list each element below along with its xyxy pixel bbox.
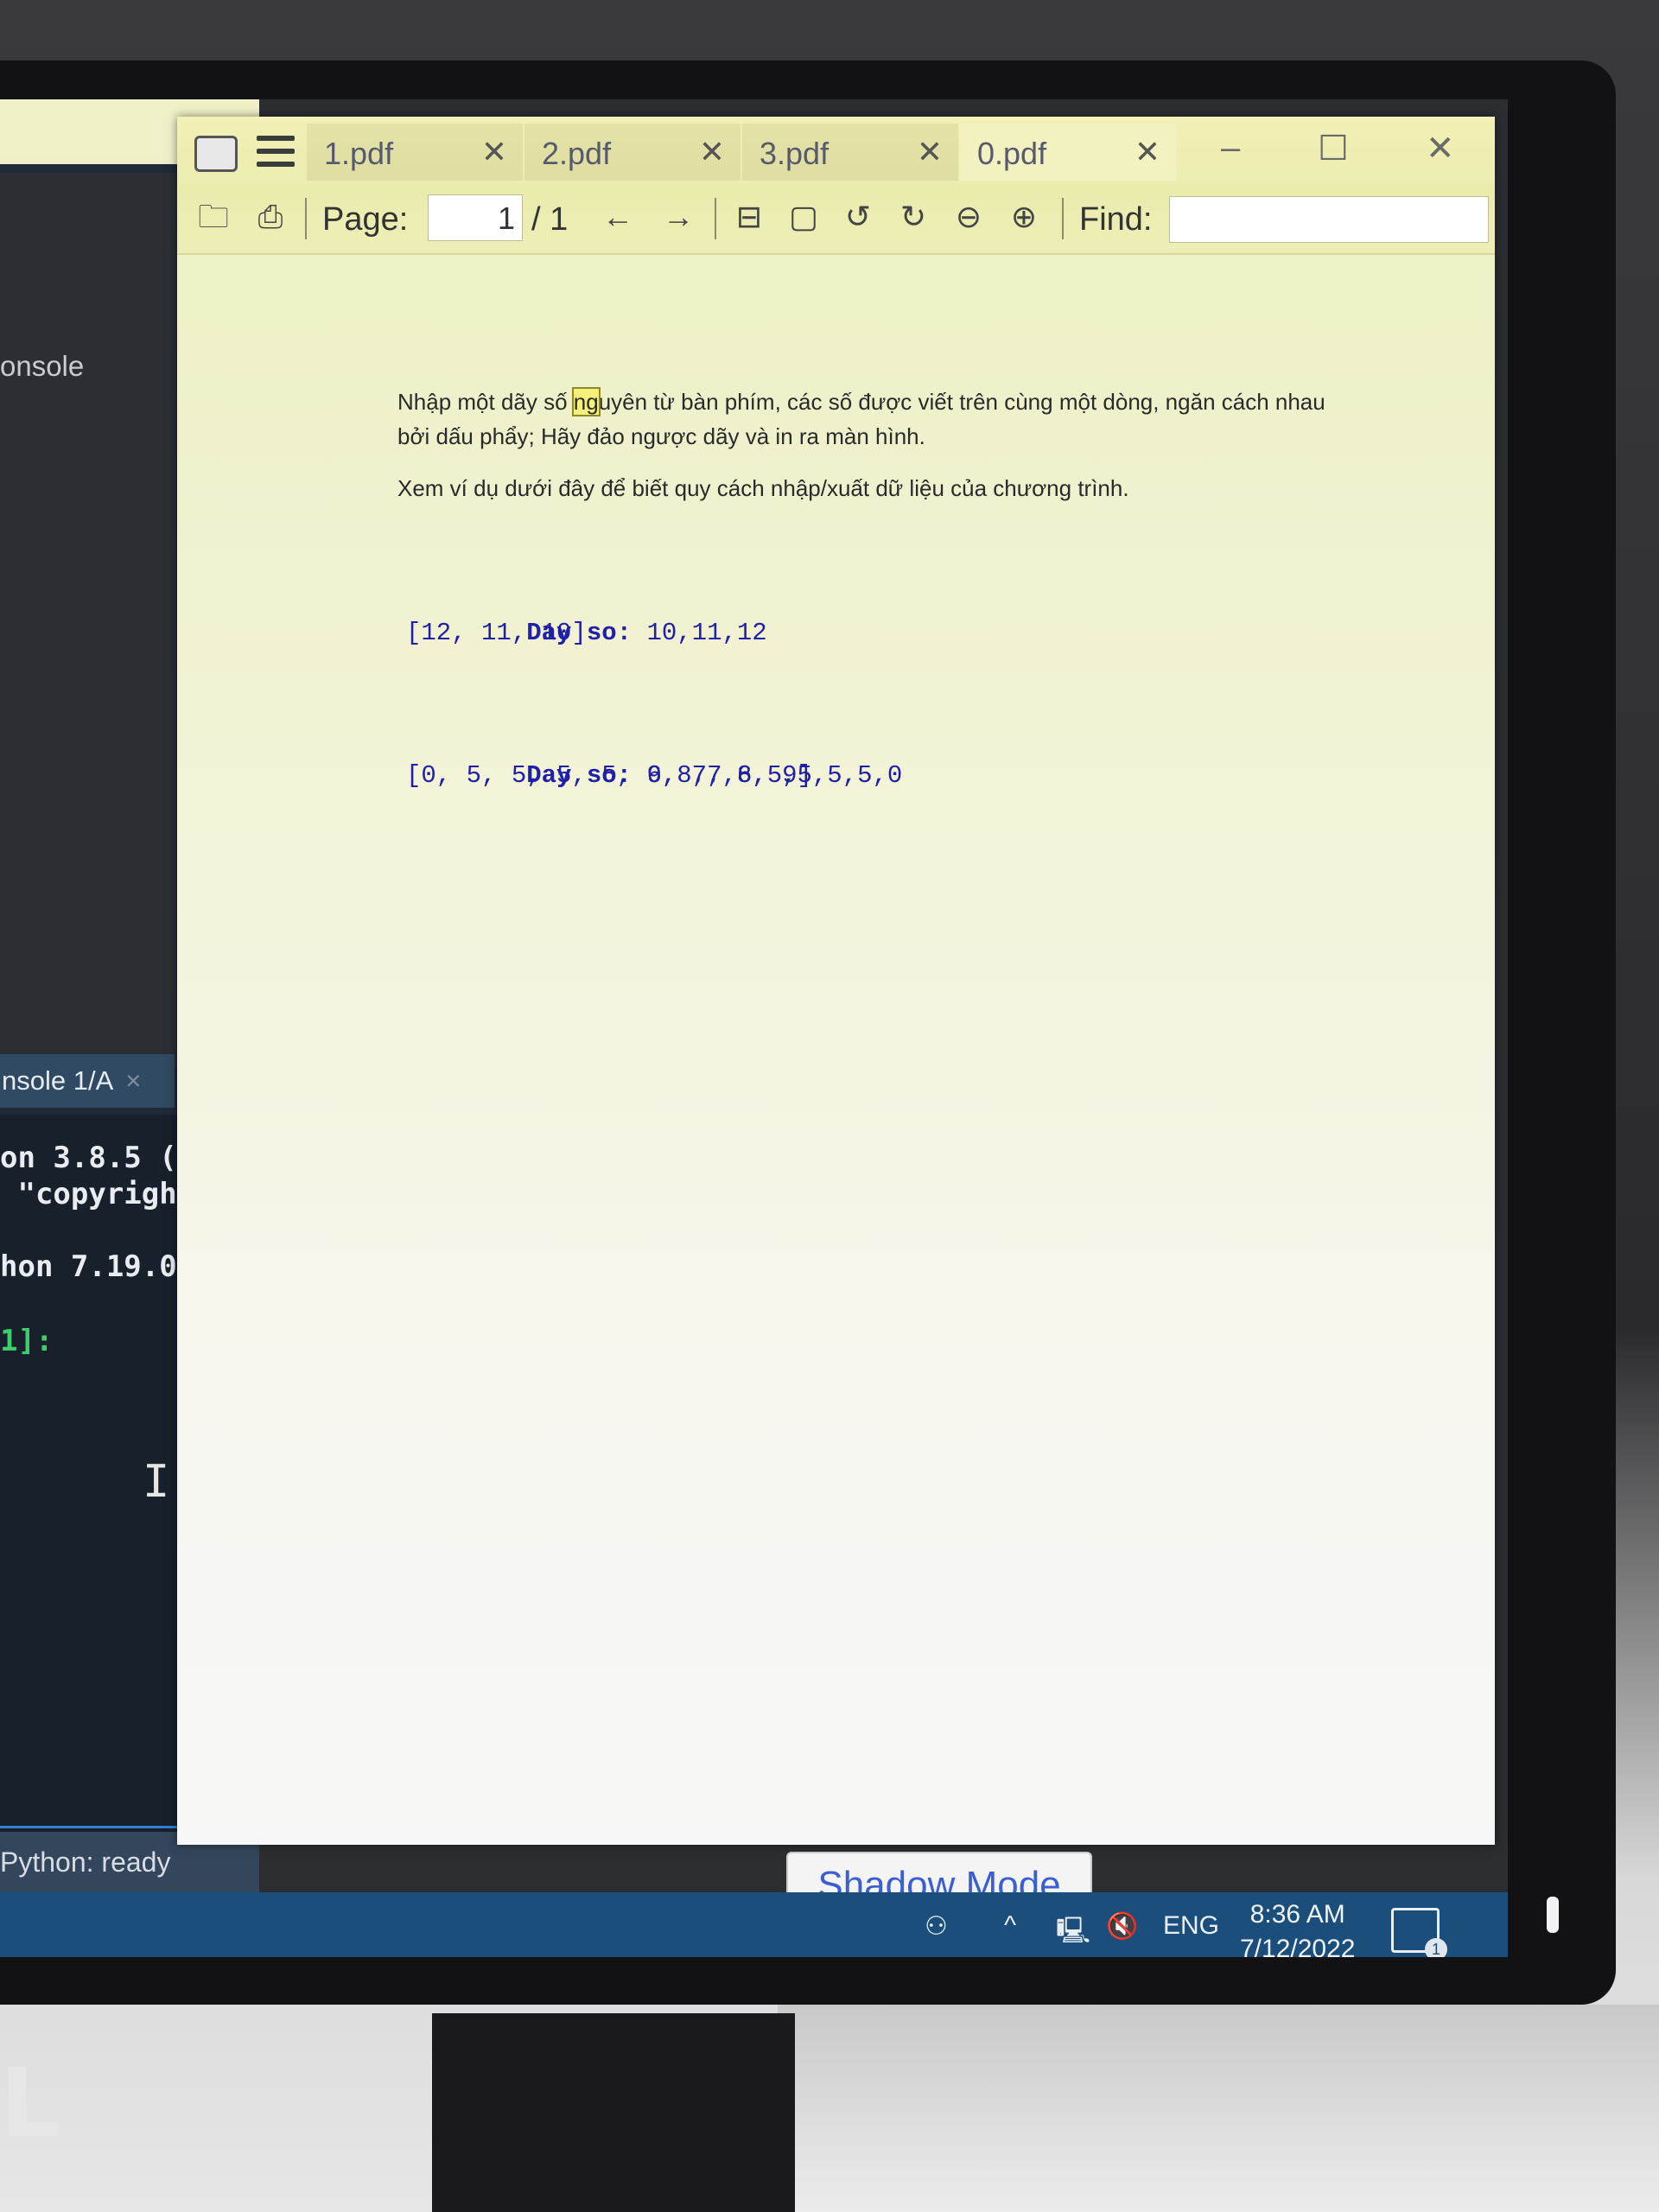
clock-date: 7/12/2022 <box>1240 1935 1356 1957</box>
example-input: 10,11,12 <box>632 619 767 647</box>
people-icon[interactable]: ⚇ <box>925 1911 948 1942</box>
toolbar-separator <box>305 198 307 239</box>
toolbar-separator <box>1062 198 1064 239</box>
maximize-icon[interactable]: ☐ <box>1318 129 1349 168</box>
language-indicator[interactable]: ENG <box>1163 1911 1219 1941</box>
zoom-out-icon[interactable]: ⊖ <box>951 200 986 234</box>
find-input[interactable] <box>1169 196 1489 243</box>
desk-surface <box>778 2005 1659 2212</box>
continuous-view-icon[interactable]: ⊟ <box>732 200 766 234</box>
taskbar: ⚇ ^ 🖳 🔇 ENG 8:36 AM 7/12/2022 1 <box>0 1892 1508 1957</box>
tab-2-pdf[interactable]: 2.pdf ✕ <box>524 124 741 181</box>
screen: onsole nsole 1/A × on 3.8.5 (defa "copyri… <box>0 99 1508 1957</box>
print-icon[interactable]: ⎙ <box>253 200 288 234</box>
tab-1-pdf[interactable]: 1.pdf ✕ <box>307 124 523 181</box>
close-icon[interactable]: × <box>125 1065 141 1096</box>
instruction-text: Xem ví dụ dưới đây để biết quy cách nhập… <box>397 475 1129 501</box>
close-tab-icon[interactable]: ✕ <box>481 134 507 170</box>
ide-console-tab-label: nsole 1/A <box>2 1065 114 1096</box>
example-1-output: [12, 11, 10] <box>406 619 587 647</box>
volume-muted-icon[interactable]: 🔇 <box>1106 1911 1138 1942</box>
close-tab-icon[interactable]: ✕ <box>699 134 725 170</box>
chevron-up-icon[interactable]: ^ <box>1004 1911 1016 1941</box>
ide-console-tab[interactable]: nsole 1/A × <box>0 1054 175 1108</box>
zoom-in-icon[interactable]: ⊕ <box>1007 200 1041 234</box>
hamburger-menu-icon[interactable] <box>257 136 295 168</box>
statement-text: Nhập một dãy số <box>397 389 574 415</box>
close-tab-icon[interactable]: ✕ <box>917 134 943 170</box>
text-cursor-icon: I <box>143 1456 170 1508</box>
find-label: Find: <box>1079 201 1153 238</box>
toolbar-separator <box>715 198 716 239</box>
monitor-stand <box>432 2013 795 2212</box>
close-window-icon[interactable]: ✕ <box>1426 129 1455 168</box>
page-number-input[interactable]: 1 <box>428 194 523 241</box>
example-2-output: [0, 5, 5, 5, 5, 6, 7, 8, 9] <box>406 761 812 790</box>
rotate-right-icon[interactable]: ↻ <box>896 200 931 234</box>
tab-3-pdf[interactable]: 3.pdf ✕ <box>742 124 958 181</box>
search-highlight: ng <box>571 387 601 416</box>
title-bar: 1.pdf ✕ 2.pdf ✕ 3.pdf ✕ 0.pdf ✕ – ☐ ✕ <box>177 117 1495 184</box>
monitor-logo: L <box>0 2048 61 2158</box>
notification-count: 1 <box>1425 1938 1447 1957</box>
page-label: Page: <box>322 201 409 238</box>
document-tabs: 1.pdf ✕ 2.pdf ✕ 3.pdf ✕ 0.pdf ✕ <box>307 124 1178 184</box>
document-page: Nhập một dãy số nguyên từ bàn phím, các … <box>177 255 1495 1845</box>
problem-statement: Nhập một dãy số nguyên từ bàn phím, các … <box>397 385 1348 454</box>
ide-console-pane-label: onsole <box>0 350 85 382</box>
tab-label: 3.pdf <box>760 136 830 171</box>
tab-label: 0.pdf <box>977 136 1047 171</box>
single-page-view-icon[interactable]: ▢ <box>786 200 821 234</box>
tab-0-pdf[interactable]: 0.pdf ✕ <box>960 124 1176 181</box>
clock[interactable]: 8:36 AM 7/12/2022 <box>1240 1897 1355 1957</box>
page-total: / 1 <box>531 201 569 238</box>
power-led <box>1547 1897 1559 1933</box>
ide-pane <box>0 173 199 1067</box>
console-prompt: 1]: <box>0 1324 54 1358</box>
tab-label: 1.pdf <box>324 136 394 171</box>
python-status: Python: ready <box>0 1847 171 1878</box>
close-tab-icon[interactable]: ✕ <box>1135 134 1160 170</box>
open-folder-icon[interactable]: 🗀 <box>196 200 231 234</box>
previous-page-icon[interactable]: ← <box>601 200 635 234</box>
rotate-left-icon[interactable]: ↺ <box>841 200 875 234</box>
clock-time: 8:36 AM <box>1249 1900 1345 1929</box>
notification-center-icon[interactable]: 1 <box>1391 1908 1447 1957</box>
network-icon[interactable]: 🖳 <box>1056 1911 1090 1955</box>
tab-label: 2.pdf <box>542 136 612 171</box>
minimize-icon[interactable]: – <box>1221 129 1240 168</box>
next-page-icon[interactable]: → <box>661 200 696 234</box>
app-icon[interactable] <box>194 136 238 172</box>
pdf-viewer-window: 1.pdf ✕ 2.pdf ✕ 3.pdf ✕ 0.pdf ✕ – ☐ ✕ 🗀 … <box>177 117 1495 1845</box>
toolbar: 🗀 ⎙ Page: 1 / 1 ← → ⊟ ▢ ↺ ↻ ⊖ ⊕ Find: <box>177 184 1495 255</box>
